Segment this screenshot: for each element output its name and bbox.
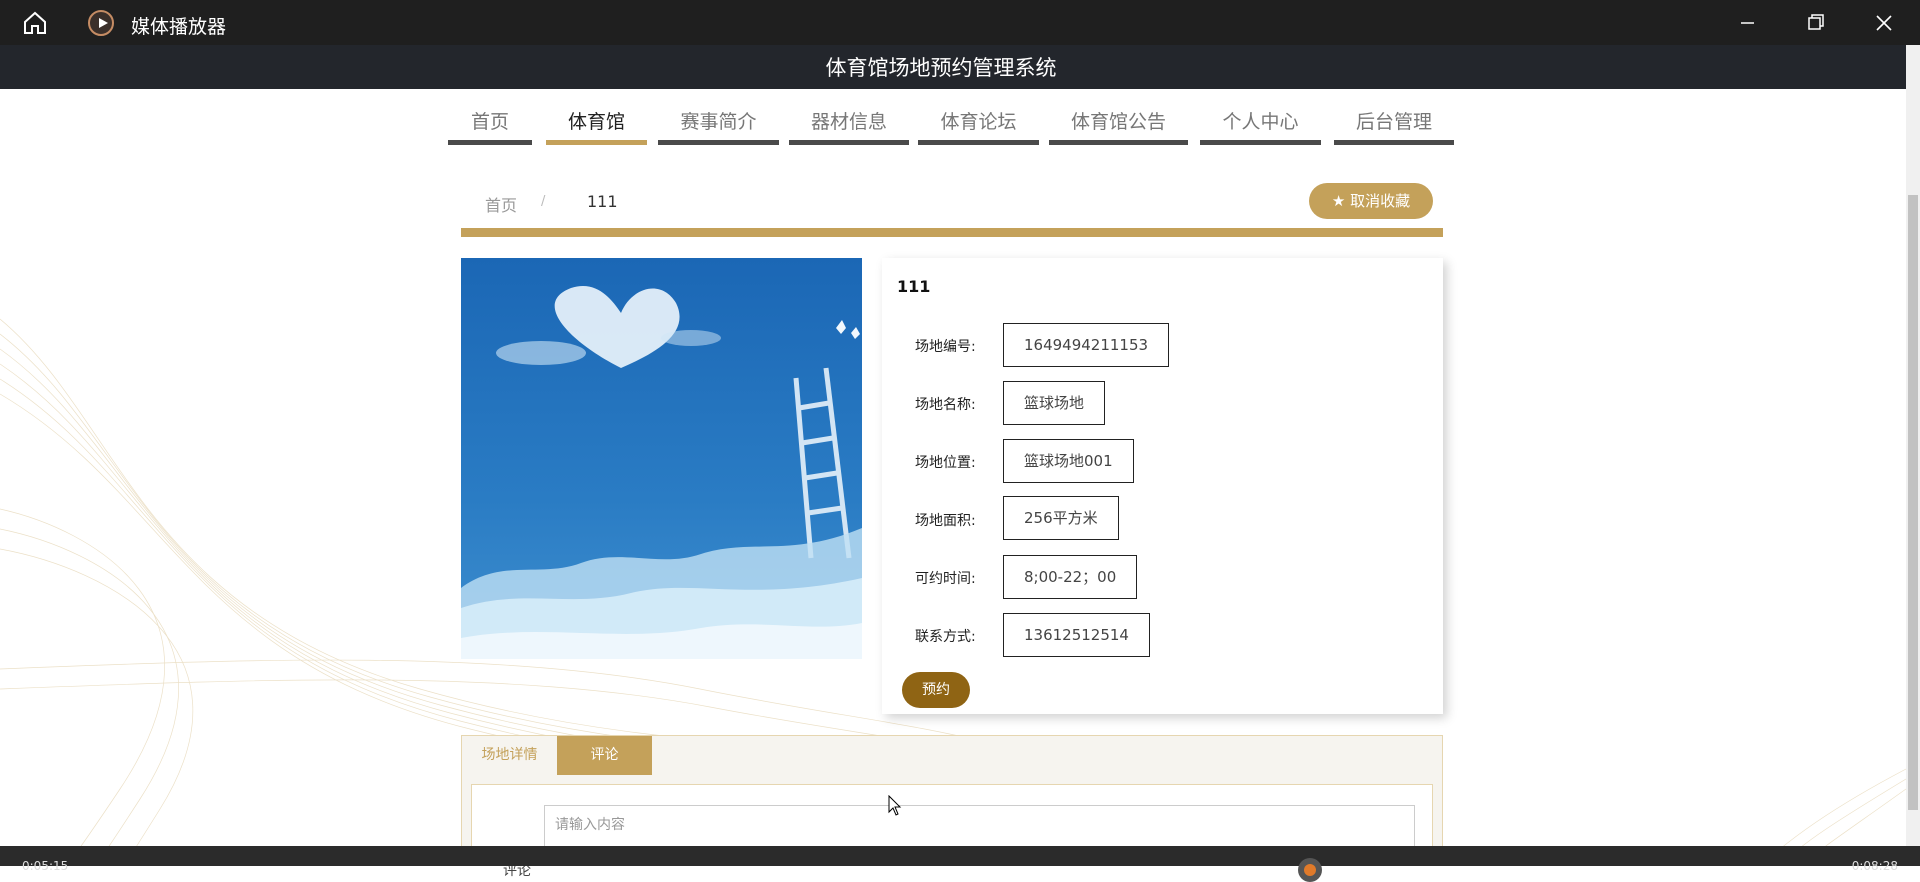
book-button[interactable]: 预约 bbox=[902, 672, 970, 708]
restore-icon[interactable] bbox=[1801, 10, 1829, 36]
tab-comments[interactable]: 评论 bbox=[557, 736, 652, 775]
scrollbar-thumb[interactable] bbox=[1908, 195, 1918, 810]
nav-item-label: 首页 bbox=[470, 111, 509, 133]
field-label-venue-location: 场地位置: bbox=[915, 455, 976, 471]
nav-item-label: 体育馆公告 bbox=[1070, 111, 1166, 133]
field-label-venue-name: 场地名称: bbox=[915, 397, 976, 413]
scrollbar[interactable] bbox=[1906, 45, 1920, 846]
nav-item-home[interactable]: 首页 bbox=[448, 95, 532, 145]
nav-item-events[interactable]: 赛事简介 bbox=[658, 95, 779, 145]
nav-item-label: 体育馆 bbox=[567, 111, 625, 133]
field-value-venue-number: 1649494211153 bbox=[1003, 323, 1170, 367]
minimize-icon[interactable] bbox=[1733, 10, 1761, 36]
nav-item-label: 后台管理 bbox=[1355, 111, 1432, 133]
field-value-contact: 13612512514 bbox=[1003, 613, 1150, 657]
field-value-available-time: 8;00-22；00 bbox=[1003, 555, 1138, 599]
venue-image bbox=[461, 258, 862, 659]
nav-item-profile[interactable]: 个人中心 bbox=[1200, 95, 1321, 145]
mouse-cursor-icon bbox=[888, 795, 902, 816]
field-label-contact: 联系方式: bbox=[915, 629, 976, 645]
media-player-logo-icon bbox=[88, 10, 114, 36]
nav-item-label: 赛事简介 bbox=[680, 111, 757, 133]
nav-item-forum[interactable]: 体育论坛 bbox=[918, 95, 1039, 145]
seek-knob[interactable] bbox=[1298, 858, 1322, 882]
field-label-venue-number: 场地编号: bbox=[915, 339, 976, 355]
nav-item-announcements[interactable]: 体育馆公告 bbox=[1049, 95, 1188, 145]
player-titlebar: 媒体播放器 bbox=[0, 0, 1920, 45]
nav-item-label: 器材信息 bbox=[810, 111, 887, 133]
field-value-venue-location: 篮球场地001 bbox=[1003, 439, 1134, 483]
total-time: 0:08:28 bbox=[1851, 859, 1898, 873]
site-header: 体育馆场地预约管理系统 bbox=[0, 45, 1906, 89]
nav-item-gym[interactable]: 体育馆 bbox=[546, 95, 647, 145]
player-title: 媒体播放器 bbox=[131, 16, 227, 38]
breadcrumb-separator: / bbox=[541, 194, 546, 209]
venue-name: 111 bbox=[897, 277, 931, 296]
breadcrumb-home[interactable]: 首页 bbox=[485, 192, 517, 216]
site-title: 体育馆场地预约管理系统 bbox=[825, 56, 1057, 80]
tab-venue-details[interactable]: 场地详情 bbox=[462, 736, 557, 775]
field-value-venue-area: 256平方米 bbox=[1003, 496, 1119, 540]
nav-item-equipment[interactable]: 器材信息 bbox=[789, 95, 909, 145]
unfavorite-button[interactable]: ★ 取消收藏 bbox=[1309, 183, 1433, 219]
nav-item-admin[interactable]: 后台管理 bbox=[1334, 95, 1454, 145]
divider bbox=[461, 228, 1443, 237]
player-control-bar: 0:05:15 0:08:28 bbox=[0, 846, 1920, 882]
field-label-venue-area: 场地面积: bbox=[915, 513, 976, 529]
home-icon[interactable] bbox=[22, 11, 48, 35]
breadcrumb-current: 111 bbox=[587, 192, 618, 211]
field-value-venue-name: 篮球场地 bbox=[1003, 381, 1106, 425]
elapsed-time: 0:05:15 bbox=[22, 859, 69, 873]
close-icon[interactable] bbox=[1870, 10, 1898, 36]
field-label-available-time: 可约时间: bbox=[915, 571, 976, 587]
nav-item-label: 体育论坛 bbox=[940, 111, 1017, 133]
main-nav: 首页 体育馆 赛事简介 器材信息 体育论坛 体育馆公告 个人中心 后台管理 bbox=[0, 95, 1906, 145]
nav-item-label: 个人中心 bbox=[1222, 111, 1299, 133]
